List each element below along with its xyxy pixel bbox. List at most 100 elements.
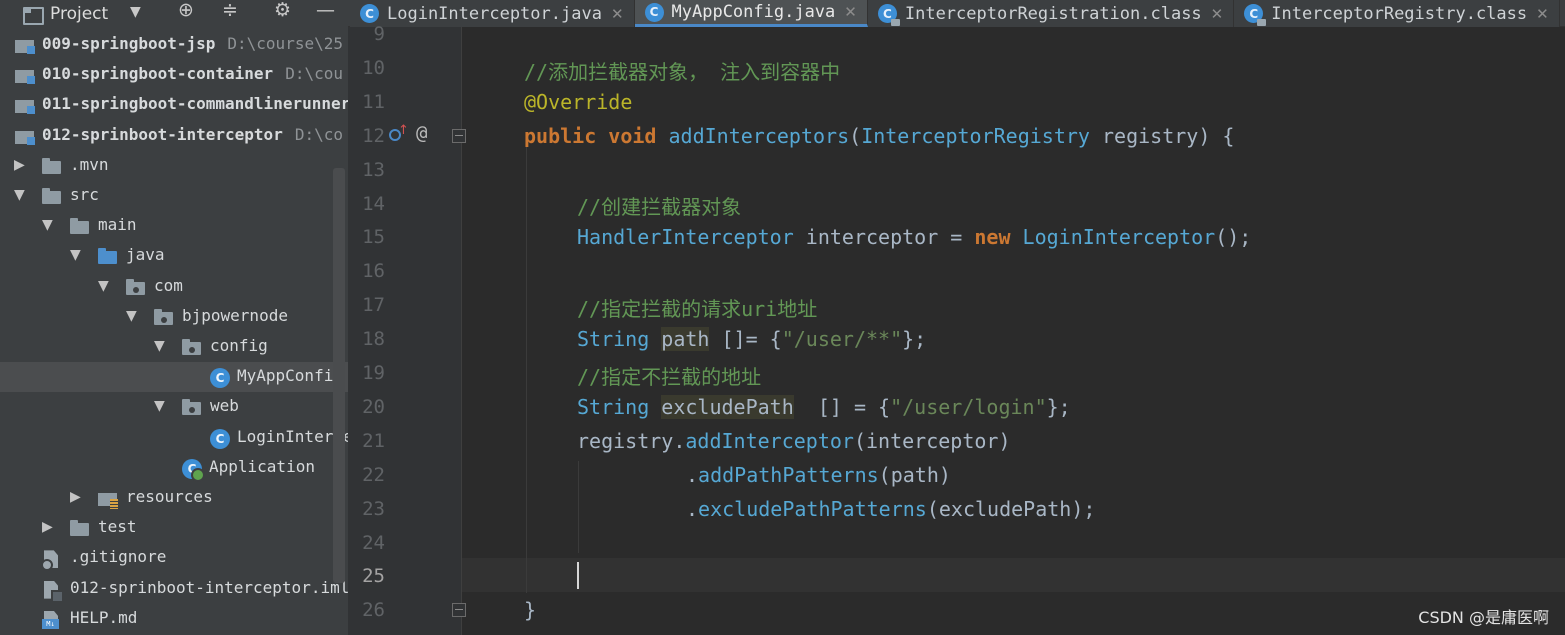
chevron-right-icon[interactable]: ▶ — [14, 157, 25, 173]
method-name: excludePathPatterns — [698, 497, 927, 521]
tab-label: MyAppConfig.java — [671, 2, 836, 22]
tree-item[interactable]: 011-springboot-commandlinerunner — [0, 90, 348, 120]
package-icon — [126, 278, 146, 296]
chevron-down-icon[interactable]: ▼ — [154, 398, 165, 414]
paren: ( — [849, 124, 862, 148]
keyword: public — [524, 124, 597, 148]
code-text: (); — [1215, 225, 1252, 249]
close-icon[interactable]: ✕ — [844, 3, 857, 21]
tree-item[interactable]: ▶ .mvn — [0, 151, 348, 181]
folder-icon — [70, 520, 90, 537]
package-dot — [189, 407, 195, 414]
line-number: 10 — [362, 56, 385, 79]
chevron-down-icon[interactable]: ▼ — [130, 4, 141, 20]
chevron-down-icon[interactable]: ▼ — [98, 278, 109, 294]
chevron-down-icon[interactable]: ▼ — [126, 308, 137, 324]
tree-item-name: src — [70, 185, 99, 204]
tree-item[interactable]: 010-springboot-container D:\cou — [0, 60, 348, 90]
type-name: LoginInterceptor — [1022, 225, 1216, 249]
comment: //创建拦截器对象 — [577, 195, 742, 219]
comment: //添加拦截器对象， 注入到容器中 — [524, 60, 841, 84]
variable-highlight: excludePath — [661, 395, 794, 419]
hide-panel-icon[interactable]: — — [316, 0, 335, 21]
annotation-gutter-icon[interactable]: @ — [416, 122, 427, 144]
tree-item-name: MyAppConfig — [237, 366, 343, 386]
code-line-12: public void addInterceptors(InterceptorR… — [524, 124, 1234, 148]
tree-item[interactable]: ▼ bjpowernode — [0, 302, 348, 332]
tab-3[interactable]: C InterceptorRegistry.class ✕ — [1234, 0, 1560, 27]
chevron-down-icon[interactable]: ▼ — [70, 247, 81, 263]
tab-1[interactable]: C MyAppConfig.java ✕ — [634, 0, 868, 27]
method-name: addInterceptors — [668, 124, 850, 148]
string-literal: "/user/login" — [890, 395, 1047, 419]
close-icon[interactable]: ✕ — [611, 5, 624, 23]
tree-item[interactable]: 012-sprinboot-interceptor D:\co — [0, 121, 348, 151]
override-method-icon[interactable]: ↑ — [388, 124, 409, 144]
project-title[interactable]: Project — [50, 4, 108, 24]
tree-item[interactable]: ▼ com — [0, 272, 348, 302]
tree-item[interactable]: C Application — [0, 453, 348, 483]
type-name: HandlerInterceptor — [577, 225, 794, 249]
tree-item-name: 011-springboot-commandlinerunner — [42, 94, 348, 114]
tree-item-name: main — [98, 215, 137, 235]
tab-2[interactable]: C InterceptorRegistration.class ✕ — [867, 0, 1235, 27]
tree-item[interactable]: ▼ web — [0, 392, 348, 422]
chevron-right-icon[interactable]: ▶ — [42, 519, 53, 535]
tree-item[interactable]: ▼ config — [0, 332, 348, 362]
code-line-19: //指定不拦截的地址 — [577, 361, 761, 390]
code-line-26: } — [524, 598, 536, 622]
locate-file-icon[interactable]: ⊕ — [178, 0, 194, 21]
tree-item-label: 010-springboot-container D:\cou — [42, 64, 343, 83]
package-dot — [161, 316, 167, 323]
close-icon[interactable]: ✕ — [1536, 5, 1549, 23]
line-number: 14 — [362, 192, 385, 215]
close-icon[interactable]: ✕ — [1211, 5, 1224, 23]
tree-item[interactable]: .gitignore — [0, 543, 348, 573]
tree-item[interactable]: ▼ java — [0, 241, 348, 271]
chevron-down-icon[interactable]: ▼ — [42, 217, 53, 233]
tab-0[interactable]: C LoginInterceptor.java ✕ — [350, 0, 635, 27]
fold-marker[interactable] — [452, 129, 466, 143]
line-number: 13 — [362, 158, 385, 181]
line-number: 17 — [362, 294, 385, 317]
tree-item-name: LoginInterce — [237, 426, 348, 446]
line-number: 12 — [362, 124, 385, 147]
class-icon: C — [360, 4, 379, 23]
iml-file-icon — [42, 581, 64, 603]
tree-item-label: java — [126, 245, 165, 264]
folder-icon — [42, 188, 62, 205]
gear-icon[interactable]: ⚙ — [274, 0, 291, 21]
tree-item[interactable]: ▶ resources — [0, 483, 348, 513]
chevron-down-icon[interactable]: ▼ — [154, 338, 165, 354]
tree-item[interactable]: C MyAppConfig — [0, 362, 348, 393]
chevron-down-icon[interactable]: ▼ — [14, 187, 25, 203]
annotation: @Override — [524, 90, 633, 114]
tree-item-name: web — [210, 396, 239, 416]
folder-icon — [42, 157, 62, 175]
indent-guide — [526, 145, 527, 593]
project-tree-scrollbar[interactable] — [333, 168, 345, 583]
code-text: registry. — [577, 429, 686, 453]
tree-item[interactable]: 009-springboot-jsp D:\course\25 — [0, 30, 348, 60]
indent-guide — [578, 461, 579, 553]
tree-item-name: 009-springboot-jsp — [42, 34, 216, 53]
tree-item-label: 009-springboot-jsp D:\course\25 — [42, 34, 343, 53]
fold-marker[interactable] — [452, 603, 466, 617]
code-text: (interceptor) — [853, 429, 1011, 453]
gitignore-file-icon — [41, 550, 62, 572]
closing-brace: } — [524, 598, 537, 622]
tree-item[interactable]: 012-sprinboot-interceptor.iml — [0, 574, 348, 604]
collapse-all-icon[interactable]: ≑ — [222, 0, 238, 21]
tree-item[interactable]: ▼ src — [0, 181, 348, 211]
tree-item-name: .mvn — [70, 154, 109, 174]
tree-item[interactable]: ▶ test — [0, 513, 348, 543]
top-bar: Project ▼ ⊕ ≑ ⚙ — C LoginInterceptor.java… — [0, 0, 1565, 27]
tree-item[interactable]: C LoginInterce — [0, 423, 348, 453]
tree-item[interactable]: ▼ main — [0, 211, 348, 241]
module-folder-icon — [15, 97, 35, 115]
chevron-right-icon[interactable]: ▶ — [70, 489, 81, 505]
tree-item-label: main — [98, 215, 137, 234]
code-line-22: .addPathPatterns(path) — [686, 463, 951, 487]
tree-item[interactable]: HELP.md — [0, 604, 348, 634]
package-dot — [133, 286, 139, 293]
